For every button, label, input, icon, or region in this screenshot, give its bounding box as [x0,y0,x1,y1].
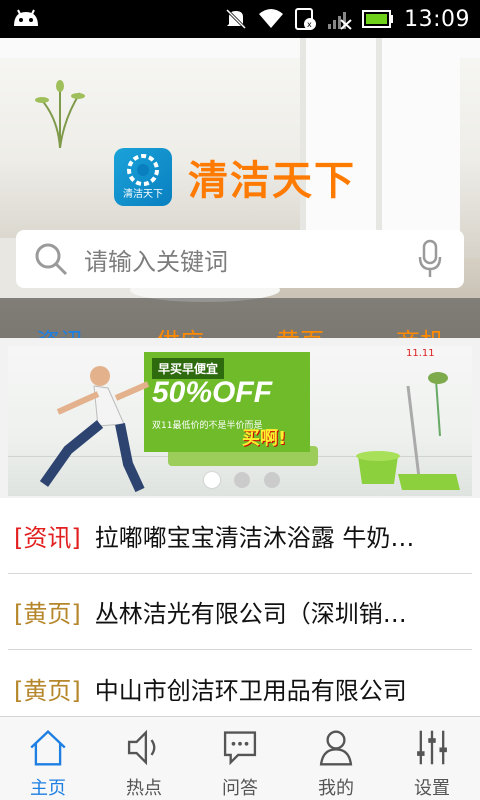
nav-label: 热点 [126,778,162,799]
logo-text: 清洁天下 [123,189,163,200]
nav-label: 主页 [30,778,66,799]
status-bar: x 13:09 [0,0,480,38]
mute-icon [226,8,247,30]
nav-mine[interactable]: 我的 [288,717,384,800]
tab-yellow-pages[interactable]: 黄页 [240,298,360,338]
news-item-3[interactable]: [黄页] 中山市创洁环卫用品有限公司 [8,650,472,726]
clock: 13:09 [404,6,470,32]
news-list: [资讯] 拉嘟嘟宝宝清洁沐浴露 牛奶… [黄页] 丛林洁光有限公司（深圳销… [… [0,498,480,716]
nav-label: 我的 [318,778,354,799]
search-input[interactable]: 请输入关键词 [84,242,418,277]
news-title: 拉嘟嘟宝宝清洁沐浴露 牛奶… [94,524,415,552]
news-tag: [黄页] [14,676,81,705]
speaker-icon [127,729,156,766]
search-icon[interactable] [34,242,68,276]
nav-qa[interactable]: 问答 [192,717,288,800]
signal-icon [328,12,352,30]
man-illustration [39,366,150,493]
news-item-2[interactable]: [黄页] 丛林洁光有限公司（深圳销… [8,574,472,650]
brand: 清洁天下 清洁天下 [114,148,356,206]
tab-business[interactable]: 商机 [360,298,480,338]
sliders-icon [417,730,447,765]
android-icon [14,9,38,26]
nav-label: 设置 [414,778,450,799]
hero-header: 清洁天下 清洁天下 请输入关键词 资讯 供应 黄页 商机 [0,38,480,338]
tab-news[interactable]: 资讯 [0,298,120,338]
promo-discount: 50%OFF [152,376,273,409]
promo-board: 早买早便宜 50%OFF 双11最低价的不是半价而是 买啊! [144,352,310,452]
search-bar[interactable]: 请输入关键词 [16,230,464,288]
carousel-dot-1[interactable] [204,472,220,488]
carousel-dots [204,472,280,488]
brand-name: 清洁天下 [188,158,356,204]
news-title: 丛林洁光有限公司（深圳销… [94,600,407,628]
promo-corner-tag: 11.11 [406,348,435,359]
bottom-nav: 主页 热点 问答 我的 设置 [0,716,480,800]
plant-decoration [35,80,85,148]
promo-buy-text: 买啊! [242,428,287,449]
svg-text:x: x [307,20,312,29]
news-tag: [资讯] [14,524,81,552]
app-logo: 清洁天下 [114,148,172,206]
news-tag: [黄页] [14,600,81,628]
nav-settings[interactable]: 设置 [384,717,480,800]
category-tabs: 资讯 供应 黄页 商机 [0,298,480,338]
chat-icon [223,731,257,766]
carousel-dot-2[interactable] [234,472,250,488]
person-icon [319,730,353,766]
sim-icon: x [295,8,317,30]
battery-icon [362,10,394,28]
mic-icon[interactable] [418,239,442,279]
tab-supply[interactable]: 供应 [120,298,240,338]
news-title: 中山市创洁环卫用品有限公司 [94,676,407,705]
wifi-icon [259,9,284,28]
news-item-1[interactable]: [资讯] 拉嘟嘟宝宝清洁沐浴露 牛奶… [8,498,472,574]
nav-home[interactable]: 主页 [0,717,96,800]
nav-hot[interactable]: 热点 [96,717,192,800]
home-icon [30,730,66,766]
carousel-dot-3[interactable] [264,472,280,488]
mop-illustration [356,372,460,490]
promo-banner[interactable]: 早买早便宜 50%OFF 双11最低价的不是半价而是 买啊! 11.11 [8,346,472,496]
nav-label: 问答 [222,778,258,799]
